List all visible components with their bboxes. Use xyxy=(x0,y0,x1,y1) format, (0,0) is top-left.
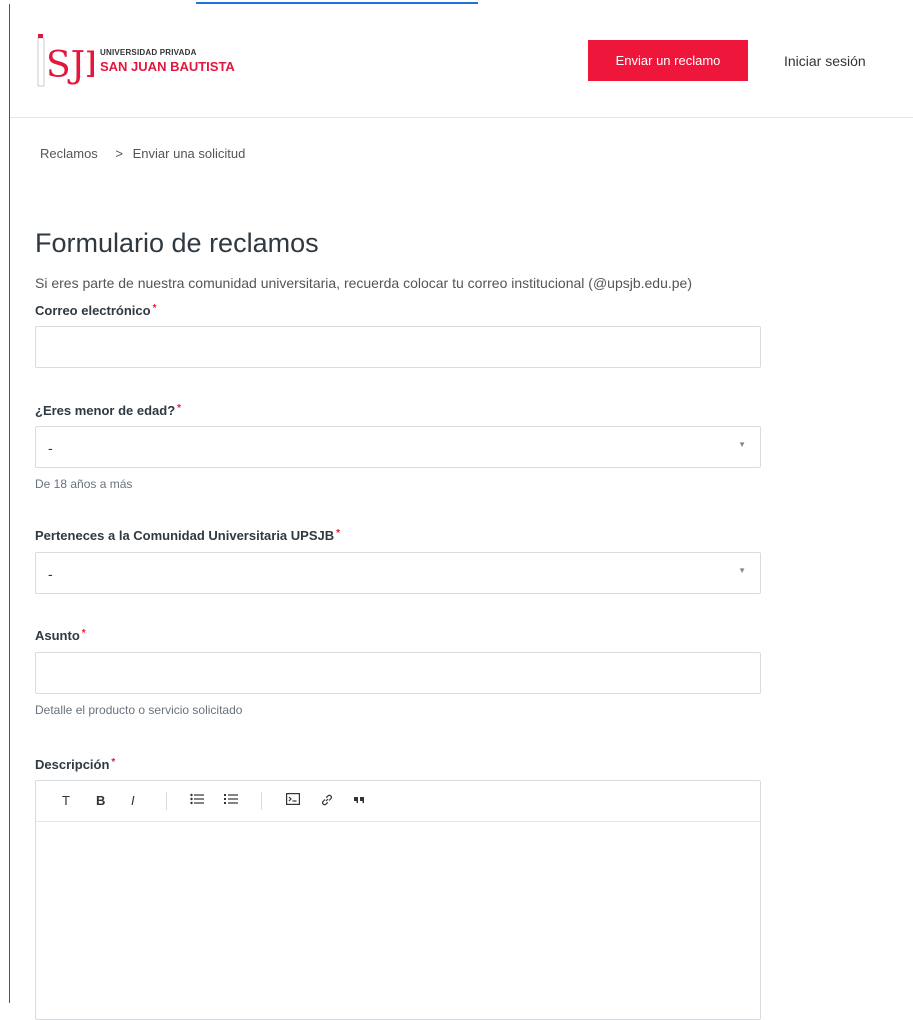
submit-request-button[interactable]: Enviar un reclamo xyxy=(588,40,748,81)
code-icon[interactable] xyxy=(286,793,301,808)
community-label-text: Perteneces a la Comunidad Universitaria … xyxy=(35,528,335,543)
minor-label: ¿Eres menor de edad? * xyxy=(35,403,181,418)
minor-label-text: ¿Eres menor de edad? xyxy=(35,403,176,418)
subject-hint: Detalle el producto o servicio solicitad… xyxy=(35,703,243,717)
required-mark: * xyxy=(336,528,341,539)
email-field[interactable] xyxy=(35,326,761,368)
breadcrumb-separator: > xyxy=(115,146,124,161)
page-title: Formulario de reclamos xyxy=(35,228,319,258)
chevron-down-icon: ▼ xyxy=(738,566,746,575)
subject-label: Asunto * xyxy=(35,628,86,643)
window-frame-left xyxy=(9,0,10,1003)
required-mark: * xyxy=(81,628,86,639)
subject-field[interactable] xyxy=(35,652,761,694)
description-editor[interactable]: T B I xyxy=(35,780,761,1020)
university-logo[interactable]: SJB UNIVERSIDAD PRIVADA SAN JUAN BAUTIST… xyxy=(34,32,284,92)
text-icon[interactable]: T xyxy=(62,793,70,808)
site-header: SJB UNIVERSIDAD PRIVADA SAN JUAN BAUTIST… xyxy=(10,1,913,118)
form-subtitle: Si eres parte de nuestra comunidad unive… xyxy=(35,275,693,291)
community-select[interactable]: - ▼ xyxy=(35,552,761,594)
subject-label-text: Asunto xyxy=(35,628,80,643)
required-mark: * xyxy=(111,757,116,768)
link-icon[interactable] xyxy=(320,793,334,810)
signin-link[interactable]: Iniciar sesión xyxy=(784,53,866,69)
logo-mark-text: SJB xyxy=(46,45,94,86)
quote-icon[interactable] xyxy=(354,793,366,808)
sjb-logo-mark-icon: SJB xyxy=(37,34,94,87)
breadcrumb-root-link[interactable]: Reclamos xyxy=(40,146,98,161)
required-mark: * xyxy=(152,303,157,314)
description-label: Descripción * xyxy=(35,757,115,772)
italic-icon[interactable]: I xyxy=(131,793,135,808)
minor-select-value: - xyxy=(48,440,53,456)
community-select-value: - xyxy=(48,566,53,582)
email-label-text: Correo electrónico xyxy=(35,303,151,318)
description-textarea[interactable] xyxy=(36,822,760,1020)
bold-icon[interactable]: B xyxy=(96,793,105,808)
editor-toolbar: T B I xyxy=(36,781,760,822)
logo-small-text: UNIVERSIDAD PRIVADA xyxy=(100,48,197,57)
toolbar-divider xyxy=(261,792,262,810)
breadcrumb: Reclamos > Enviar una solicitud xyxy=(40,146,245,161)
logo-brand-text: SAN JUAN BAUTISTA xyxy=(100,59,235,74)
toolbar-divider xyxy=(166,792,167,810)
required-mark: * xyxy=(177,403,182,414)
minor-select[interactable]: - ▼ xyxy=(35,426,761,468)
chevron-down-icon: ▼ xyxy=(738,440,746,449)
breadcrumb-current: Enviar una solicitud xyxy=(132,146,246,161)
description-label-text: Descripción xyxy=(35,757,110,772)
numbered-list-icon[interactable] xyxy=(224,793,238,808)
email-label: Correo electrónico * xyxy=(35,303,157,318)
minor-hint: De 18 años a más xyxy=(35,477,133,491)
community-label: Perteneces a la Comunidad Universitaria … xyxy=(35,528,340,543)
bulleted-list-icon[interactable] xyxy=(190,793,204,808)
